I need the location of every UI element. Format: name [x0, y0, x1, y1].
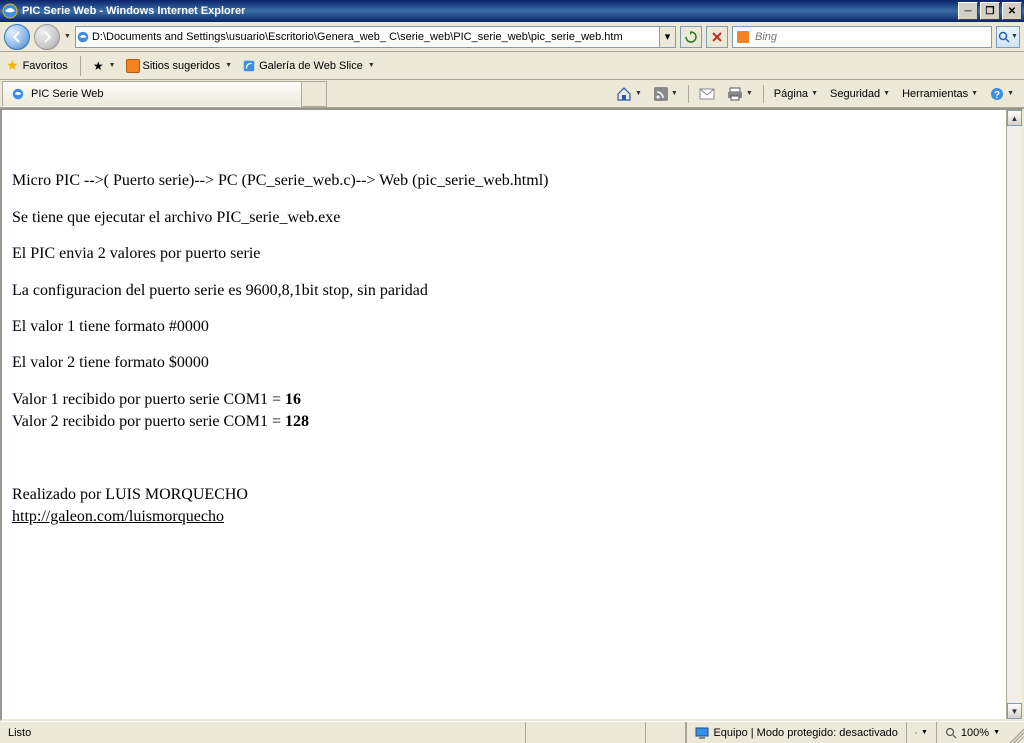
refresh-button[interactable] — [680, 26, 702, 48]
new-tab-button[interactable] — [301, 81, 327, 107]
status-protected-icon[interactable]: ▼ — [906, 722, 936, 743]
content-line-4: La configuracion del puerto serie es 960… — [12, 280, 996, 302]
tab-pic-serie-web[interactable]: PIC Serie Web — [2, 81, 302, 107]
navigation-bar: ▼ ▾ ▼ — [0, 22, 1024, 52]
resize-grip[interactable] — [1008, 722, 1024, 743]
valor1-label: Valor 1 recibido por puerto serie COM1 = — [12, 391, 285, 408]
status-empty-2 — [646, 722, 686, 743]
content-line-1: Micro PIC -->( Puerto serie)--> PC (PC_s… — [12, 170, 996, 192]
author-line: Realizado por LUIS MORQUECHO — [12, 486, 248, 503]
suggested-sites-label: Sitios sugeridos — [143, 60, 221, 72]
content-line-6: El valor 2 tiene formato $0000 — [12, 352, 996, 374]
tab-page-icon — [11, 87, 25, 101]
zoom-value: 100% — [961, 727, 989, 739]
tab-bar: PIC Serie Web ▼ ▼ ▼ Página ▼ Seguridad ▼ — [0, 80, 1024, 108]
valor2-label: Valor 2 recibido por puerto serie COM1 = — [12, 413, 285, 430]
search-input[interactable] — [753, 29, 991, 45]
status-ready: Listo — [0, 722, 526, 743]
search-button[interactable]: ▼ — [996, 26, 1020, 48]
address-input[interactable] — [90, 29, 659, 45]
bing-icon — [733, 31, 753, 43]
content-line-3: El PIC envia 2 valores por puerto serie — [12, 243, 996, 265]
help-button[interactable]: ? ▼ — [986, 85, 1018, 103]
star-icon: ★ — [6, 57, 19, 74]
favorites-bar: ★ Favoritos ★ ▼ Sitios sugeridos ▼ Galer… — [0, 52, 1024, 80]
content-line-5: El valor 1 tiene formato #0000 — [12, 316, 996, 338]
home-button[interactable]: ▼ — [612, 85, 646, 103]
svg-text:?: ? — [994, 90, 1000, 101]
status-empty-1 — [526, 722, 646, 743]
vertical-scrollbar[interactable]: ▲ ▼ — [1006, 110, 1022, 719]
feeds-button[interactable]: ▼ — [650, 85, 682, 103]
zone-text: Equipo | Modo protegido: desactivado — [713, 727, 897, 739]
security-zone[interactable]: Equipo | Modo protegido: desactivado — [686, 722, 905, 743]
scroll-down-button[interactable]: ▼ — [1007, 703, 1022, 719]
forward-button[interactable] — [34, 24, 60, 50]
window-title: PIC Serie Web - Windows Internet Explore… — [22, 5, 958, 17]
author-link[interactable]: http://galeon.com/luismorquecho — [12, 508, 224, 525]
content-line-2: Se tiene que ejecutar el archivo PIC_ser… — [12, 207, 996, 229]
nav-dropdown-icon[interactable]: ▼ — [64, 33, 71, 40]
scroll-up-button[interactable]: ▲ — [1007, 110, 1022, 126]
command-bar: ▼ ▼ ▼ Página ▼ Seguridad ▼ Herramientas … — [612, 85, 1024, 103]
favorites-button[interactable]: ★ Favoritos — [6, 57, 68, 74]
stop-button[interactable] — [706, 26, 728, 48]
web-slice-gallery-button[interactable]: Galería de Web Slice ▼ — [242, 59, 375, 73]
close-button[interactable]: ✕ — [1002, 2, 1022, 20]
read-mail-button[interactable] — [695, 86, 719, 102]
page-menu[interactable]: Página ▼ — [770, 86, 822, 102]
security-menu[interactable]: Seguridad ▼ — [826, 86, 894, 102]
favorites-label: Favoritos — [23, 60, 68, 72]
page-icon — [76, 30, 90, 44]
webslice-icon — [242, 59, 256, 73]
search-bar — [732, 26, 992, 48]
status-bar: Listo Equipo | Modo protegido: desactiva… — [0, 721, 1024, 743]
address-bar: ▾ — [75, 26, 676, 48]
address-dropdown[interactable]: ▾ — [659, 27, 675, 47]
page-menu-label: Página — [774, 88, 808, 100]
status-ready-text: Listo — [8, 727, 31, 739]
content-viewport: Micro PIC -->( Puerto serie)--> PC (PC_s… — [0, 108, 1024, 721]
tab-title: PIC Serie Web — [31, 88, 104, 100]
title-bar: PIC Serie Web - Windows Internet Explore… — [0, 0, 1024, 22]
computer-icon — [695, 726, 709, 740]
zoom-icon — [945, 727, 957, 739]
zoom-control[interactable]: 100% ▼ — [936, 722, 1008, 743]
print-button[interactable]: ▼ — [723, 85, 757, 103]
security-menu-label: Seguridad — [830, 88, 880, 100]
suggested-sites-button[interactable]: Sitios sugeridos ▼ — [126, 59, 233, 73]
page-content: Micro PIC -->( Puerto serie)--> PC (PC_s… — [2, 110, 1006, 719]
minimize-button[interactable]: ─ — [958, 2, 978, 20]
orange-square-icon — [126, 59, 140, 73]
star-add-icon: ★ — [93, 59, 104, 73]
add-to-favorites-button[interactable]: ★ ▼ — [93, 59, 116, 73]
tools-menu[interactable]: Herramientas ▼ — [898, 86, 982, 102]
ie-icon — [2, 3, 18, 19]
back-button[interactable] — [4, 24, 30, 50]
maximize-button[interactable]: ❐ — [980, 2, 1000, 20]
scroll-track[interactable] — [1007, 126, 1022, 703]
separator — [80, 56, 81, 76]
valor1-value: 16 — [285, 391, 301, 408]
valor2-value: 128 — [285, 413, 309, 430]
webslice-label: Galería de Web Slice — [259, 60, 363, 72]
tools-menu-label: Herramientas — [902, 88, 968, 100]
